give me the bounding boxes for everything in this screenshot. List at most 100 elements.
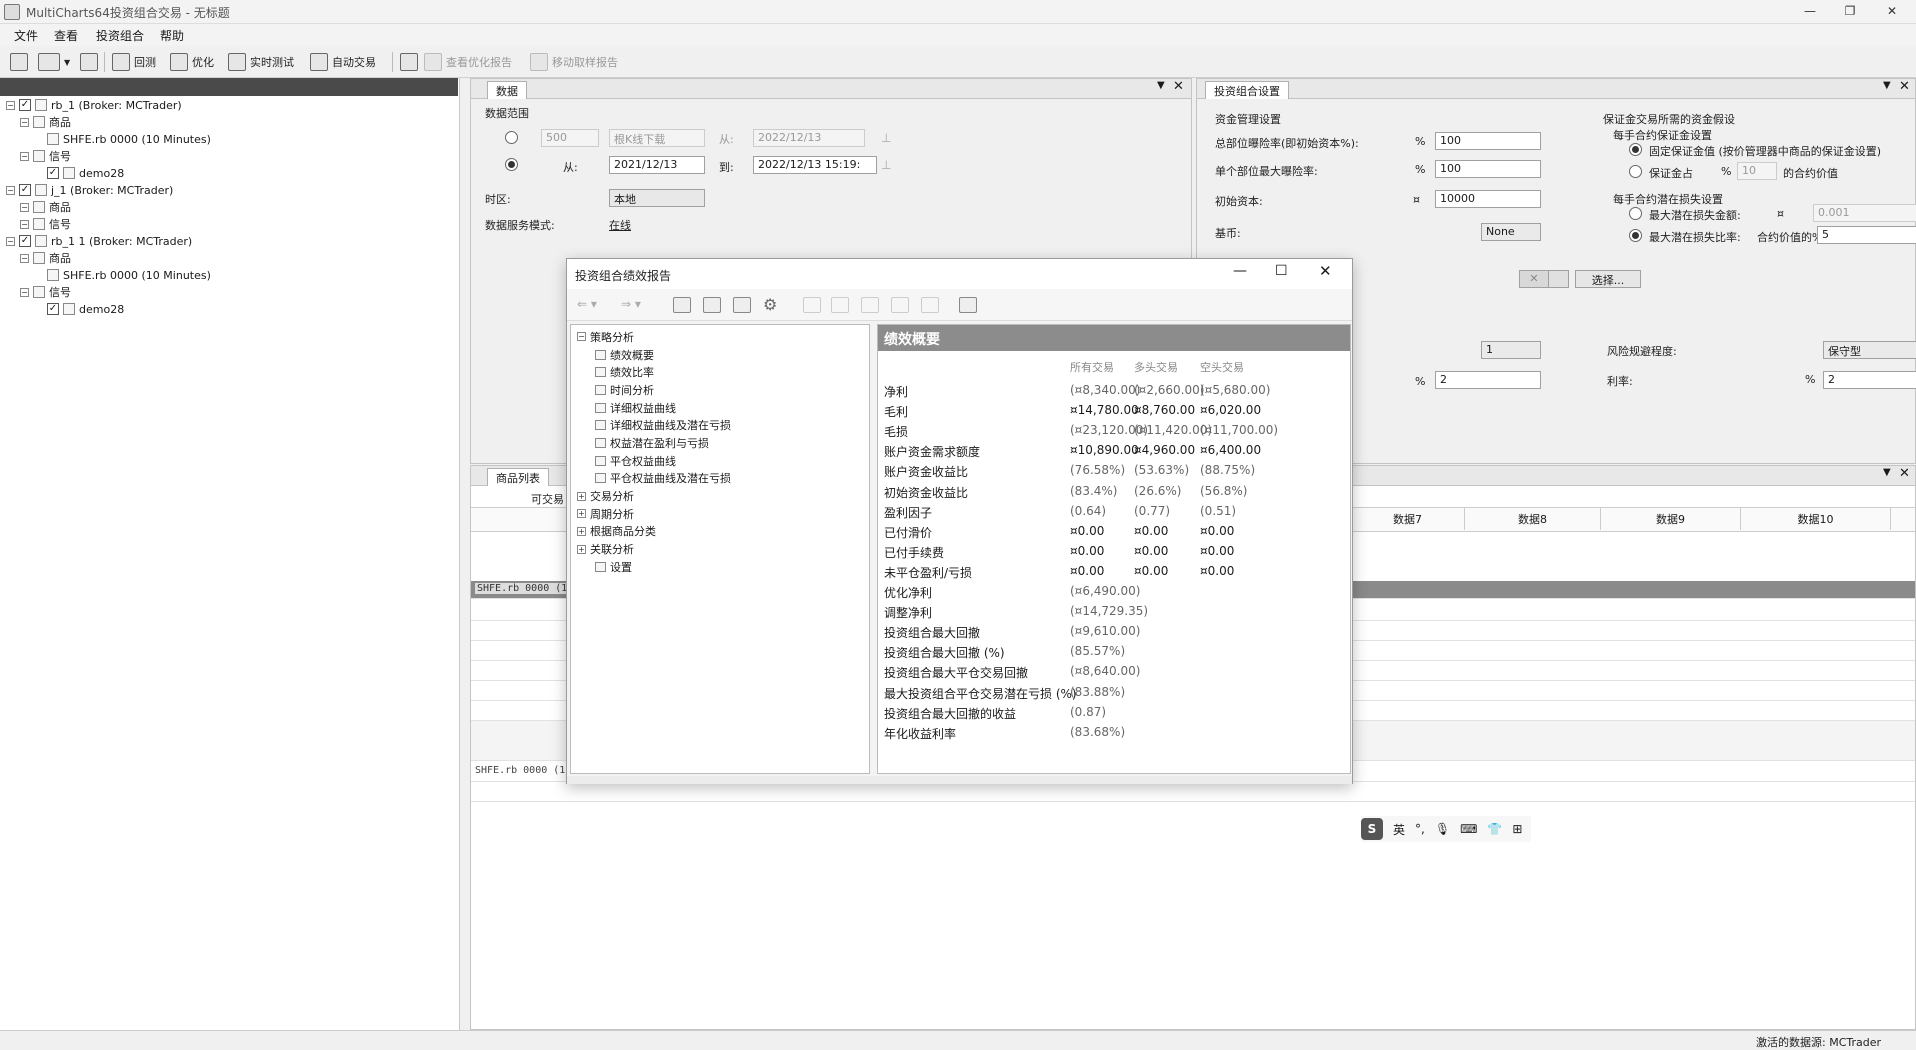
grid-icon[interactable]: ⊞ [1512,822,1522,836]
crosshair-icon[interactable] [803,297,821,313]
collapse-icon[interactable]: − [20,219,29,229]
tree-portfolio-node[interactable]: − ✓ rb_1 (Broker: MCTrader) [6,97,456,113]
forward-icon[interactable]: ⇒ ▾ [621,297,641,311]
value-2-input[interactable]: 2 [1435,371,1541,389]
data-mode-link[interactable]: 在线 [609,217,631,233]
dropdown-icon[interactable]: ▼ [1157,80,1165,91]
realtime-test-button[interactable]: 实时测试 [228,50,294,74]
maximize-button[interactable]: ❐ [1830,0,1870,24]
collapse-icon[interactable]: − [577,332,586,342]
single-exposure-input[interactable]: 100 [1435,160,1541,178]
report-tree-item[interactable]: 设置 [577,558,867,576]
bars-radio[interactable] [505,131,518,144]
tree-group-node[interactable]: − 商品 [6,199,456,215]
pin-icon[interactable]: ⊥ [881,131,891,145]
minimize-button[interactable]: — [1790,0,1830,24]
select-button[interactable]: 选择... [1575,270,1641,288]
close-icon[interactable]: ✕ [1899,79,1910,94]
zoom-out-icon[interactable] [891,297,909,313]
timezone-select[interactable]: 本地 [609,189,705,207]
pin-icon[interactable]: ⊥ [881,158,891,172]
collapse-icon[interactable]: − [20,151,29,161]
tree-leaf-node[interactable]: ✓ demo28 [6,165,456,181]
rate-input[interactable]: 2 [1823,371,1916,389]
tree-group-node[interactable]: − 信号 [6,284,456,300]
report-tree-item[interactable]: + 关联分析 [577,540,867,558]
checkbox[interactable]: ✓ [47,167,59,179]
fit-icon[interactable] [921,297,939,313]
close-button[interactable]: ✕ [1872,0,1912,24]
expand-icon[interactable]: + [577,526,586,536]
close-icon[interactable]: ✕ [1899,466,1910,481]
column-data7[interactable]: 数据7 [1351,508,1465,530]
from-date-disabled[interactable]: 2022/12/13 [753,129,865,147]
report-tree-item[interactable]: 绩效概要 [577,346,867,364]
bars-unit-select[interactable]: 根K线下载 [609,129,705,147]
save-button[interactable] [80,50,98,74]
tab-data[interactable]: 数据 [487,81,527,99]
report-tree-item[interactable]: + 根据商品分类 [577,523,867,541]
menu-file[interactable]: 文件 [14,27,38,44]
risk-select[interactable]: 保守型 [1823,341,1916,359]
column-data9[interactable]: 数据9 [1601,508,1741,530]
report-tree-item[interactable]: 平仓权益曲线 [577,452,867,470]
dialog-close-button[interactable]: ✕ [1319,262,1332,280]
settings-button[interactable] [400,50,418,74]
keyboard-icon[interactable]: ⌨ [1460,822,1477,836]
report-tree-item[interactable]: + 交易分析 [577,487,867,505]
tree-group-node[interactable]: − 商品 [6,250,456,266]
margin-ratio-radio[interactable] [1629,165,1642,178]
export-icon[interactable] [703,297,721,313]
initial-capital-input[interactable]: 10000 [1435,190,1541,208]
walk-forward-button[interactable]: 移动取样报告 [530,50,618,74]
expand-icon[interactable]: + [577,544,586,554]
collapse-icon[interactable]: − [6,185,15,195]
optimize-button[interactable]: 优化 [170,50,214,74]
max-loss-ratio-radio[interactable] [1629,229,1642,242]
table-row[interactable] [471,782,1915,802]
report-tree-item[interactable]: + 周期分析 [577,505,867,523]
collapse-icon[interactable]: − [20,117,29,127]
expand-icon[interactable]: + [577,509,586,519]
total-exposure-input[interactable]: 100 [1435,132,1541,150]
to-date-input[interactable]: 2022/12/13 15:19: [753,156,877,174]
base-currency-select[interactable]: None [1481,223,1541,241]
report-tree-item[interactable]: 详细权益曲线及潜在亏损 [577,416,867,434]
gear-icon[interactable]: ⚙ [763,295,777,314]
menu-help[interactable]: 帮助 [160,27,184,44]
tree-group-node[interactable]: − 商品 [6,114,456,130]
print-icon[interactable] [733,297,751,313]
report-tree-item[interactable]: − 策略分析 [577,328,867,346]
margin-ratio-input[interactable]: 10 [1737,162,1777,180]
dropdown-icon[interactable]: ▼ [1883,467,1891,478]
column-data8[interactable]: 数据8 [1465,508,1601,530]
save-icon[interactable] [673,297,691,313]
max-loss-amount-radio[interactable] [1629,207,1642,220]
tree-portfolio-node[interactable]: − ✓ rb_1 1 (Broker: MCTrader) [6,233,456,249]
report-tree-item[interactable]: 详细权益曲线 [577,399,867,417]
report-tree-item[interactable]: 权益潜在盈利与亏损 [577,434,867,452]
tab-symbol-list[interactable]: 商品列表 [487,468,549,486]
checkbox[interactable]: ✓ [19,99,31,111]
dialog-minimize-button[interactable]: — [1233,263,1247,279]
collapse-icon[interactable]: − [20,287,29,297]
close-icon[interactable]: ✕ [1173,79,1184,94]
tree-leaf-node[interactable]: SHFE.rb 0000 (10 Minutes) [6,267,456,283]
ime-lang[interactable]: 英 [1393,821,1405,838]
expand-icon[interactable]: + [577,491,586,501]
menu-view[interactable]: 查看 [54,27,78,44]
bars-input[interactable]: 500 [541,129,599,147]
mic-icon[interactable]: 🎙 [1435,822,1450,836]
chart-icon[interactable] [959,297,977,313]
tree-group-node[interactable]: − 信号 [6,148,456,164]
tree-portfolio-node[interactable]: − ✓ j_1 (Broker: MCTrader) [6,182,456,198]
tab-portfolio-settings[interactable]: 投资组合设置 [1205,81,1289,99]
dropdown-1[interactable]: 1 [1481,341,1541,359]
open-button[interactable]: ▼ [38,50,70,74]
checkbox[interactable]: ✓ [19,184,31,196]
tree-group-node[interactable]: − 信号 [6,216,456,232]
report-tree-item[interactable]: 绩效比率 [577,363,867,381]
zoom-in-icon[interactable] [861,297,879,313]
checkbox[interactable]: ✓ [47,303,59,315]
view-opt-report-button[interactable]: 查看优化报告 [424,50,512,74]
